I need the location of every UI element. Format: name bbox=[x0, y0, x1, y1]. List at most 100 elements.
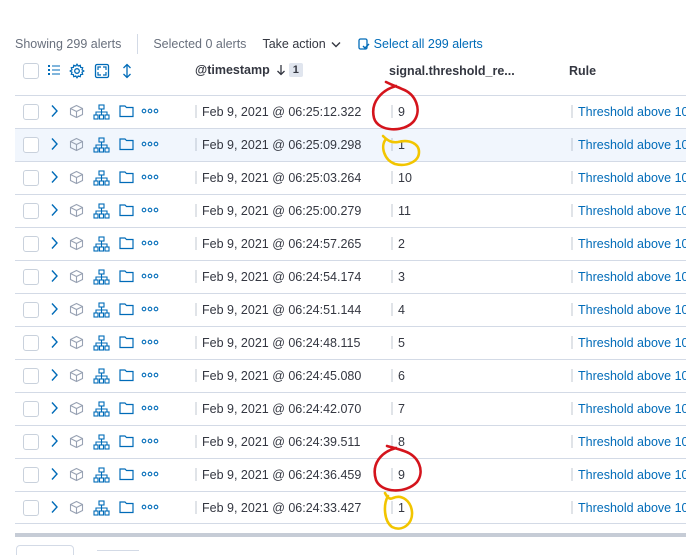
row-checkbox[interactable] bbox=[23, 137, 39, 153]
drag-handle[interactable] bbox=[391, 369, 393, 382]
network-graph-icon[interactable] bbox=[93, 137, 110, 153]
drag-handle[interactable] bbox=[391, 303, 393, 316]
expand-chevron-icon[interactable] bbox=[50, 500, 59, 514]
more-actions-icon[interactable] bbox=[141, 339, 159, 345]
expand-chevron-icon[interactable] bbox=[50, 203, 59, 217]
more-actions-icon[interactable] bbox=[141, 108, 159, 114]
expand-chevron-icon[interactable] bbox=[50, 467, 59, 481]
row-checkbox[interactable] bbox=[23, 302, 39, 318]
drag-handle[interactable] bbox=[195, 402, 197, 415]
cube-icon[interactable] bbox=[69, 302, 84, 317]
row-checkbox[interactable] bbox=[23, 401, 39, 417]
folder-icon[interactable] bbox=[119, 170, 134, 184]
row-checkbox[interactable] bbox=[23, 434, 39, 450]
network-graph-icon[interactable] bbox=[93, 335, 110, 351]
row-checkbox[interactable] bbox=[23, 203, 39, 219]
network-graph-icon[interactable] bbox=[93, 368, 110, 384]
drag-handle[interactable] bbox=[391, 237, 393, 250]
cube-icon[interactable] bbox=[69, 500, 84, 515]
drag-handle[interactable] bbox=[195, 468, 197, 481]
expand-chevron-icon[interactable] bbox=[50, 104, 59, 118]
more-actions-icon[interactable] bbox=[141, 207, 159, 213]
drag-handle[interactable] bbox=[391, 336, 393, 349]
drag-handle[interactable] bbox=[391, 171, 393, 184]
row-checkbox[interactable] bbox=[23, 500, 39, 516]
cube-icon[interactable] bbox=[69, 434, 84, 449]
sort-icon[interactable] bbox=[121, 63, 133, 79]
folder-icon[interactable] bbox=[119, 368, 134, 382]
network-graph-icon[interactable] bbox=[93, 104, 110, 120]
network-graph-icon[interactable] bbox=[93, 236, 110, 252]
more-actions-icon[interactable] bbox=[141, 306, 159, 312]
row-checkbox[interactable] bbox=[23, 170, 39, 186]
more-actions-icon[interactable] bbox=[141, 471, 159, 477]
folder-icon[interactable] bbox=[119, 104, 134, 118]
expand-chevron-icon[interactable] bbox=[50, 401, 59, 415]
drag-handle[interactable] bbox=[391, 138, 393, 151]
select-all-button[interactable]: Select all 299 alerts bbox=[358, 37, 483, 51]
cube-icon[interactable] bbox=[69, 104, 84, 119]
row-checkbox[interactable] bbox=[23, 269, 39, 285]
network-graph-icon[interactable] bbox=[93, 467, 110, 483]
drag-handle[interactable] bbox=[571, 468, 573, 481]
cube-icon[interactable] bbox=[69, 368, 84, 383]
folder-icon[interactable] bbox=[119, 302, 134, 316]
drag-handle[interactable] bbox=[571, 336, 573, 349]
row-rule-link[interactable]: Threshold above 10 bbox=[571, 138, 686, 152]
drag-handle[interactable] bbox=[571, 435, 573, 448]
row-checkbox[interactable] bbox=[23, 236, 39, 252]
drag-handle[interactable] bbox=[571, 501, 573, 514]
row-rule-link[interactable]: Threshold above 10 bbox=[571, 171, 686, 185]
drag-handle[interactable] bbox=[571, 138, 573, 151]
folder-icon[interactable] bbox=[119, 236, 134, 250]
expand-chevron-icon[interactable] bbox=[50, 302, 59, 316]
expand-chevron-icon[interactable] bbox=[50, 434, 59, 448]
folder-icon[interactable] bbox=[119, 434, 134, 448]
folder-icon[interactable] bbox=[119, 500, 134, 514]
row-rule-link[interactable]: Threshold above 10 bbox=[571, 468, 686, 482]
drag-handle[interactable] bbox=[195, 435, 197, 448]
expand-chevron-icon[interactable] bbox=[50, 170, 59, 184]
expand-chevron-icon[interactable] bbox=[50, 335, 59, 349]
expand-chevron-icon[interactable] bbox=[50, 137, 59, 151]
list-icon[interactable] bbox=[47, 63, 61, 77]
drag-handle[interactable] bbox=[571, 369, 573, 382]
column-header-rule[interactable]: Rule bbox=[569, 64, 596, 78]
gear-icon[interactable] bbox=[69, 63, 85, 79]
expand-chevron-icon[interactable] bbox=[50, 236, 59, 250]
more-actions-icon[interactable] bbox=[141, 504, 159, 510]
cube-icon[interactable] bbox=[69, 137, 84, 152]
row-rule-link[interactable]: Threshold above 10 bbox=[571, 435, 686, 449]
drag-handle[interactable] bbox=[391, 501, 393, 514]
drag-handle[interactable] bbox=[195, 369, 197, 382]
take-action-button[interactable]: Take action bbox=[262, 37, 341, 51]
drag-handle[interactable] bbox=[195, 138, 197, 151]
drag-handle[interactable] bbox=[391, 435, 393, 448]
horizontal-scrollbar[interactable] bbox=[15, 533, 686, 537]
drag-handle[interactable] bbox=[195, 237, 197, 250]
row-rule-link[interactable]: Threshold above 10 bbox=[571, 369, 686, 383]
more-actions-icon[interactable] bbox=[141, 240, 159, 246]
column-header-threshold[interactable]: signal.threshold_re... bbox=[389, 64, 515, 78]
row-checkbox[interactable] bbox=[23, 335, 39, 351]
row-rule-link[interactable]: Threshold above 10 bbox=[571, 501, 686, 515]
cube-icon[interactable] bbox=[69, 401, 84, 416]
more-actions-icon[interactable] bbox=[141, 174, 159, 180]
folder-icon[interactable] bbox=[119, 401, 134, 415]
network-graph-icon[interactable] bbox=[93, 500, 110, 516]
drag-handle[interactable] bbox=[571, 270, 573, 283]
cube-icon[interactable] bbox=[69, 170, 84, 185]
network-graph-icon[interactable] bbox=[93, 203, 110, 219]
network-graph-icon[interactable] bbox=[93, 302, 110, 318]
more-actions-icon[interactable] bbox=[141, 141, 159, 147]
drag-handle[interactable] bbox=[195, 105, 197, 118]
drag-handle[interactable] bbox=[571, 105, 573, 118]
cube-icon[interactable] bbox=[69, 335, 84, 350]
drag-handle[interactable] bbox=[195, 336, 197, 349]
drag-handle[interactable] bbox=[391, 105, 393, 118]
more-actions-icon[interactable] bbox=[141, 273, 159, 279]
folder-icon[interactable] bbox=[119, 269, 134, 283]
folder-icon[interactable] bbox=[119, 467, 134, 481]
drag-handle[interactable] bbox=[195, 204, 197, 217]
drag-handle[interactable] bbox=[391, 270, 393, 283]
